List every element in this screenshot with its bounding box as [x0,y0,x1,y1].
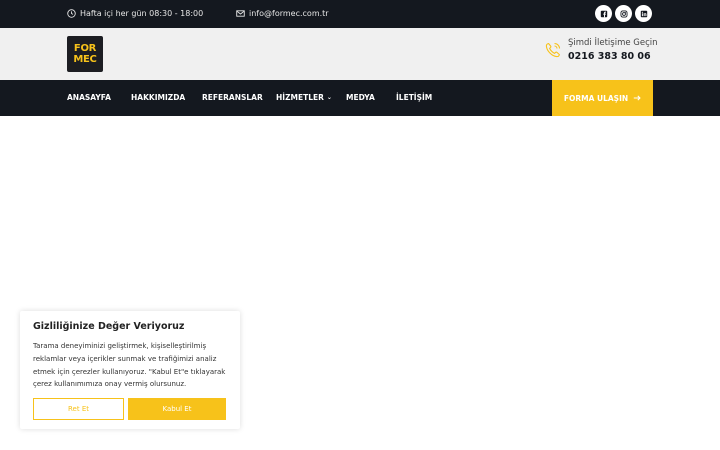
reject-cookies-button[interactable]: Ret Et [33,398,124,420]
nav-item-medya[interactable]: MEDYA [346,80,375,116]
linkedin-button[interactable] [635,5,652,22]
arrow-right-icon [633,95,641,101]
email-text[interactable]: info@formec.com.tr [249,9,329,18]
cookie-consent-banner: Gizliliğinize Değer Veriyoruz Tarama den… [20,311,240,429]
form-cta-label: FORMA ULAŞIN [563,93,629,103]
nav-item-iletisim[interactable]: İLETİŞİM [396,80,432,116]
facebook-button[interactable] [595,5,612,22]
linkedin-icon [640,10,647,17]
facebook-icon [600,10,607,17]
nav-item-referanslar[interactable]: REFERANSLAR [202,80,263,116]
instagram-icon [620,10,627,17]
site-header: FOR MEC Şimdi İletişime Geçin 0216 383 8… [0,28,720,80]
working-hours: Hafta içi her gün 08:30 - 18:00 [67,9,203,18]
contact-phone[interactable]: 0216 383 80 06 [568,51,651,62]
cookie-text: Tarama deneyiminizi geliştirmek, kişisel… [33,342,226,389]
clock-icon [67,9,76,18]
working-hours-text: Hafta içi her gün 08:30 - 18:00 [80,9,204,18]
form-cta-button[interactable]: FORMA ULAŞIN [552,80,653,116]
nav-item-hizmetler[interactable]: HİZMETLER ⌄ [276,80,332,116]
accept-cookies-button[interactable]: Kabul Et [128,398,226,420]
instagram-button[interactable] [615,5,632,22]
logo-line-1: FOR [73,43,97,54]
contact-label: Şimdi İletişime Geçin [568,38,658,48]
cookie-title: Gizliliğinize Değer Veriyoruz [33,321,185,332]
email-link[interactable]: info@formec.com.tr [236,9,329,18]
logo-line-2: MEC [73,54,97,65]
nav-item-hakkimizda[interactable]: HAKKIMIZDA [131,80,185,116]
formec-logo[interactable]: FOR MEC [67,36,103,72]
envelope-icon [236,10,245,17]
top-bar: Hafta içi her gün 08:30 - 18:00 info@for… [0,0,720,28]
nav-item-anasayfa[interactable]: ANASAYFA [67,80,111,116]
chevron-down-icon: ⌄ [326,94,332,101]
nav-item-hizmetler-label: HİZMETLER [276,93,324,102]
phone-icon [545,42,561,58]
